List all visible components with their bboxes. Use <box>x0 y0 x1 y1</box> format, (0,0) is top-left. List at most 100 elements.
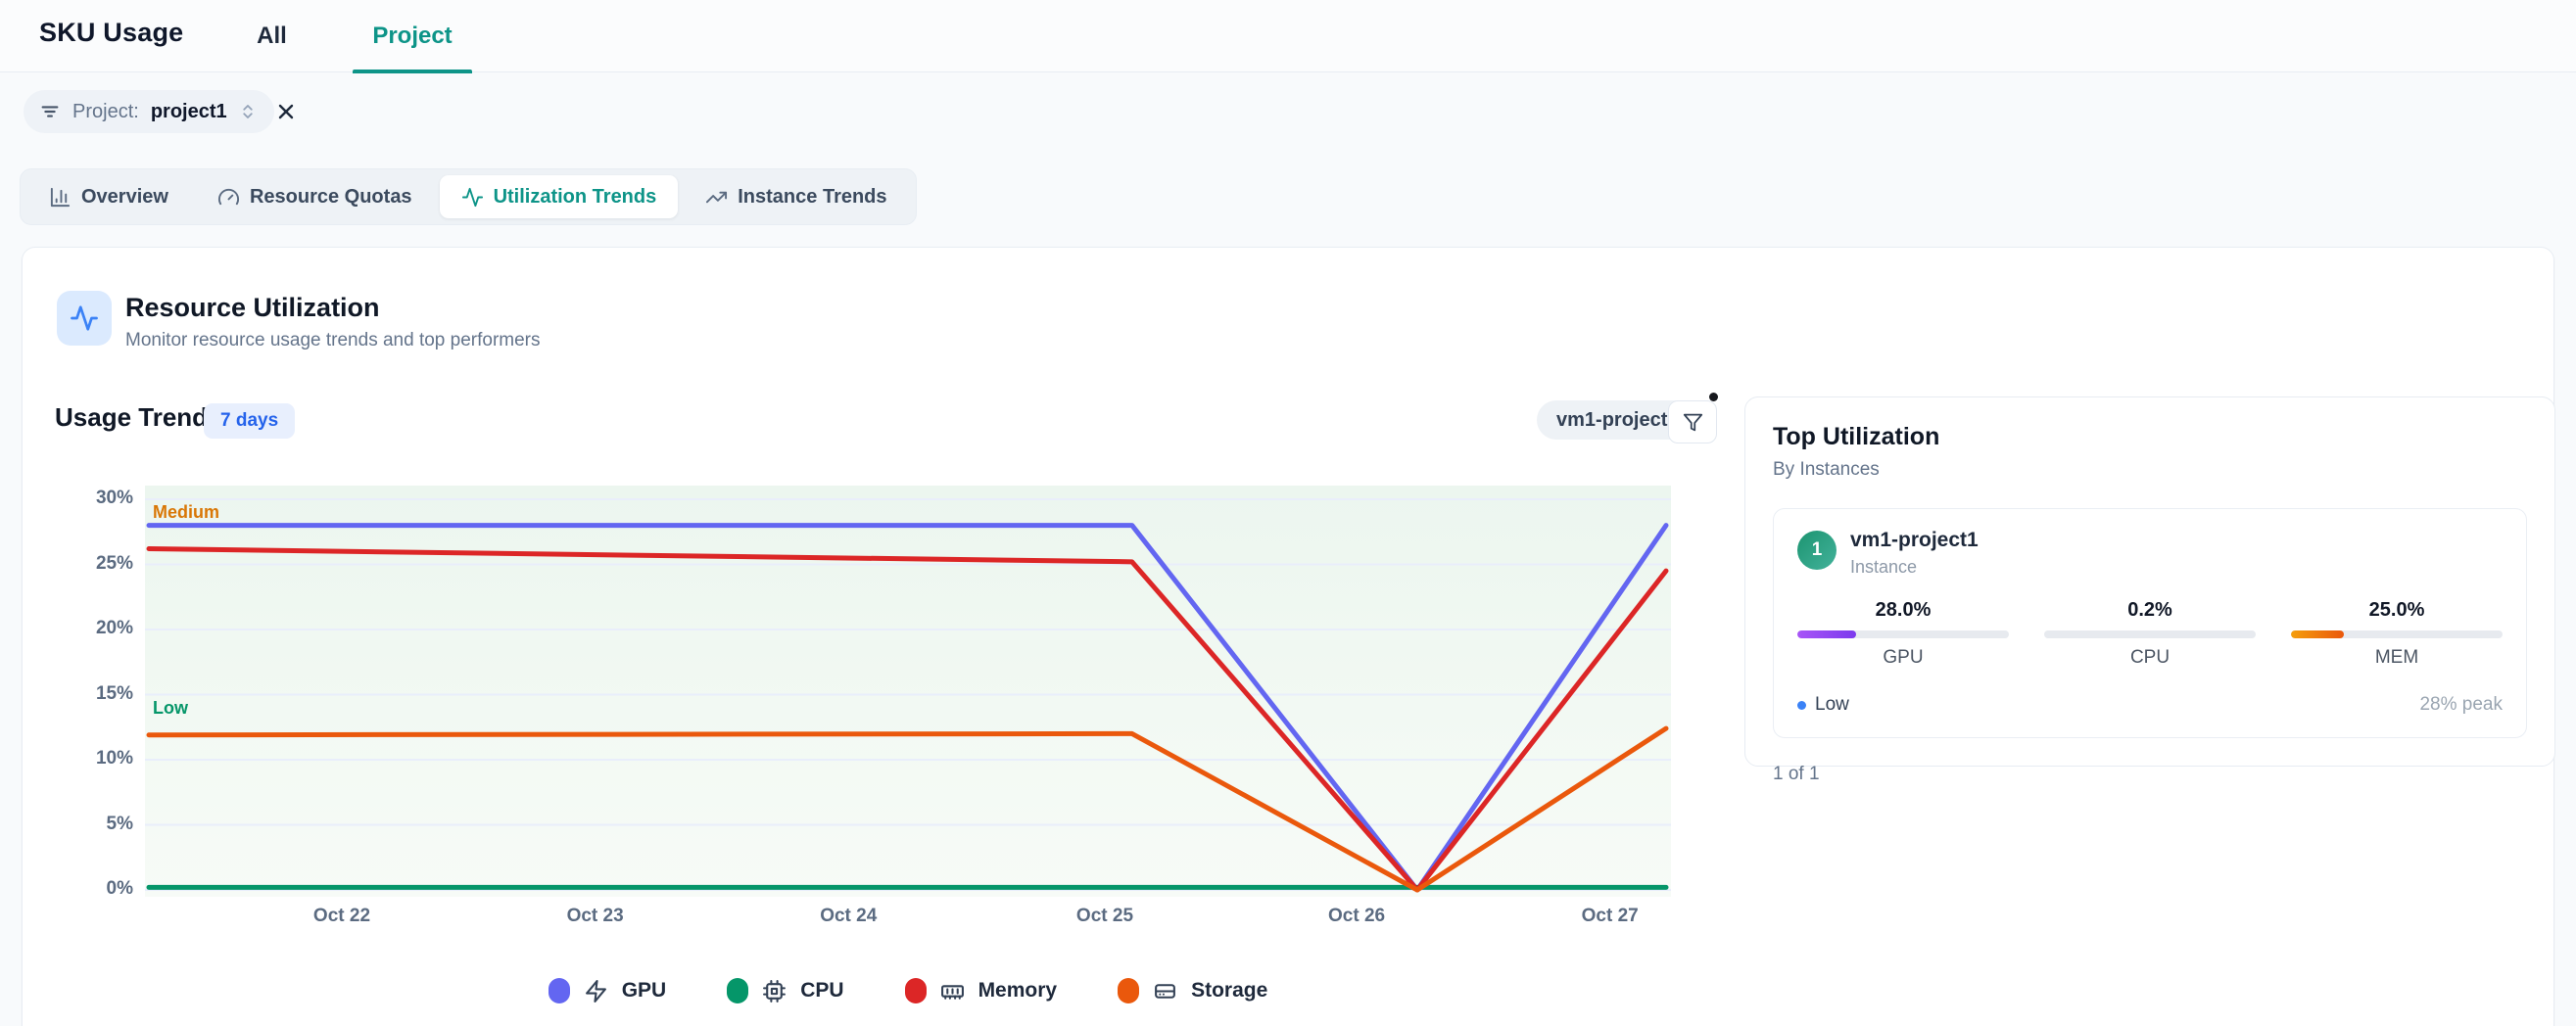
top-utilization-subtitle: By Instances <box>1773 459 2527 481</box>
metric-gpu-value: 28.0% <box>1797 599 2009 622</box>
metric-mem-label: MEM <box>2291 647 2503 669</box>
tab-all-label: All <box>257 23 287 50</box>
activity-icon <box>461 186 484 209</box>
series-line-gpu <box>149 526 1666 890</box>
legend-label-storage: Storage <box>1191 979 1267 1003</box>
metric-mem-track <box>2291 630 2503 638</box>
series-line-memory <box>149 549 1666 890</box>
filter-chip-value: project1 <box>151 101 227 123</box>
subtab-instance-trends-label: Instance Trends <box>738 186 886 209</box>
rank-badge: 1 <box>1797 531 1837 570</box>
section-title: Resource Utilization <box>125 293 380 323</box>
lightning-icon <box>584 979 608 1003</box>
top-utilization-title: Top Utilization <box>1773 423 2527 451</box>
chart-canvas <box>145 486 1671 897</box>
filter-chip-label: Project: <box>72 101 139 123</box>
page-title: SKU Usage <box>39 18 183 48</box>
subtab-utilization-trends-label: Utilization Trends <box>494 186 657 209</box>
metric-cpu-label: CPU <box>2044 647 2256 669</box>
activity-icon <box>70 303 99 333</box>
cpu-chip-icon <box>762 979 787 1003</box>
legend-item-storage: Storage <box>1118 978 1267 1003</box>
legend-item-memory: Memory <box>905 978 1058 1003</box>
instance-name: vm1-project1 <box>1850 529 1979 552</box>
status-dot <box>1797 701 1806 710</box>
chart-filter-button[interactable] <box>1668 400 1717 443</box>
y-axis-labels: 0%5%10%15%20%25%30% <box>50 486 133 897</box>
funnel-icon <box>1683 412 1703 433</box>
legend-label-cpu: CPU <box>800 979 843 1003</box>
tab-project[interactable]: Project <box>353 0 472 72</box>
legend-item-cpu: CPU <box>727 978 843 1003</box>
filter-lines-icon <box>39 101 61 122</box>
y-axis-label: 15% <box>50 683 133 705</box>
bar-chart-icon <box>49 186 72 209</box>
x-axis-label: Oct 25 <box>1051 906 1159 927</box>
metric-mem: 25.0% MEM <box>2291 599 2503 669</box>
subtab-overview[interactable]: Overview <box>27 175 190 218</box>
threshold-label-low: Low <box>153 698 188 719</box>
y-axis-label: 25% <box>50 553 133 575</box>
metric-cpu-value: 0.2% <box>2044 599 2256 622</box>
filter-active-indicator-dot <box>1709 393 1718 401</box>
x-axis-label: Oct 23 <box>542 906 649 927</box>
chart-legend: GPU CPU Memory Stora <box>145 978 1671 1003</box>
peak-label: 28% peak <box>2419 694 2503 716</box>
metric-gpu-fill <box>1797 630 1856 638</box>
project-filter-chip[interactable]: Project: project1 <box>24 90 274 133</box>
subtab-resource-quotas[interactable]: Resource Quotas <box>196 175 434 218</box>
x-axis-label: Oct 24 <box>794 906 902 927</box>
tab-project-label: Project <box>372 23 452 50</box>
tab-all[interactable]: All <box>235 0 309 72</box>
chevron-up-down-icon <box>239 103 257 120</box>
instances-pagination: 1 of 1 <box>1773 764 2527 785</box>
metric-mem-value: 25.0% <box>2291 599 2503 622</box>
close-icon <box>274 100 298 123</box>
x-axis-label: Oct 27 <box>1556 906 1664 927</box>
memory-ram-icon <box>940 979 965 1003</box>
top-utilization-panel: Top Utilization By Instances 1 vm1-proje… <box>1744 396 2555 767</box>
active-tab-underline <box>353 70 472 73</box>
x-axis-labels: Oct 22 Oct 23 Oct 24 Oct 25 Oct 26 Oct 27 <box>145 906 1671 931</box>
app-header: SKU Usage All Project <box>0 0 2576 72</box>
x-axis-label: Oct 22 <box>288 906 396 927</box>
legend-label-gpu: GPU <box>622 979 667 1003</box>
x-axis-label: Oct 26 <box>1303 906 1410 927</box>
instance-status: Low <box>1797 694 1849 716</box>
subtab-instance-trends[interactable]: Instance Trends <box>684 175 908 218</box>
metric-cpu-track <box>2044 630 2256 638</box>
period-badge: 7 days <box>204 403 295 439</box>
instance-type-label: Instance <box>1850 557 1979 578</box>
clear-filter-button[interactable] <box>270 96 302 127</box>
threshold-label-medium: Medium <box>153 502 219 523</box>
status-label: Low <box>1815 694 1849 716</box>
resource-utilization-card: Resource Utilization Monitor resource us… <box>22 247 2554 1026</box>
subtab-overview-label: Overview <box>81 186 168 209</box>
legend-label-memory: Memory <box>978 979 1058 1003</box>
cpu-color-dot <box>727 978 748 1003</box>
storage-color-dot <box>1118 978 1139 1003</box>
section-icon-box <box>57 291 112 346</box>
subtab-resource-quotas-label: Resource Quotas <box>250 186 412 209</box>
y-axis-label: 10% <box>50 748 133 770</box>
instance-card[interactable]: 1 vm1-project1 Instance 28.0% GPU 0.2% <box>1773 508 2527 738</box>
trending-up-icon <box>705 186 728 209</box>
legend-item-gpu: GPU <box>549 978 667 1003</box>
gpu-color-dot <box>549 978 570 1003</box>
sku-usage-page: SKU Usage All Project Project: project1 … <box>0 0 2576 1026</box>
subtab-utilization-trends[interactable]: Utilization Trends <box>440 175 679 218</box>
usage-trends-chart: Medium Low <box>145 486 1671 897</box>
metric-gpu-label: GPU <box>1797 647 2009 669</box>
metric-gpu: 28.0% GPU <box>1797 599 2009 669</box>
section-subtitle: Monitor resource usage trends and top pe… <box>125 330 541 351</box>
gauge-icon <box>217 186 240 209</box>
usage-trends-title: Usage Trends <box>55 402 222 433</box>
y-axis-label: 5% <box>50 814 133 835</box>
y-axis-label: 0% <box>50 878 133 900</box>
metric-mem-fill <box>2291 630 2344 638</box>
metric-cpu: 0.2% CPU <box>2044 599 2256 669</box>
metric-gpu-track <box>1797 630 2009 638</box>
memory-color-dot <box>905 978 927 1003</box>
hard-drive-icon <box>1153 979 1177 1003</box>
y-axis-label: 30% <box>50 488 133 509</box>
